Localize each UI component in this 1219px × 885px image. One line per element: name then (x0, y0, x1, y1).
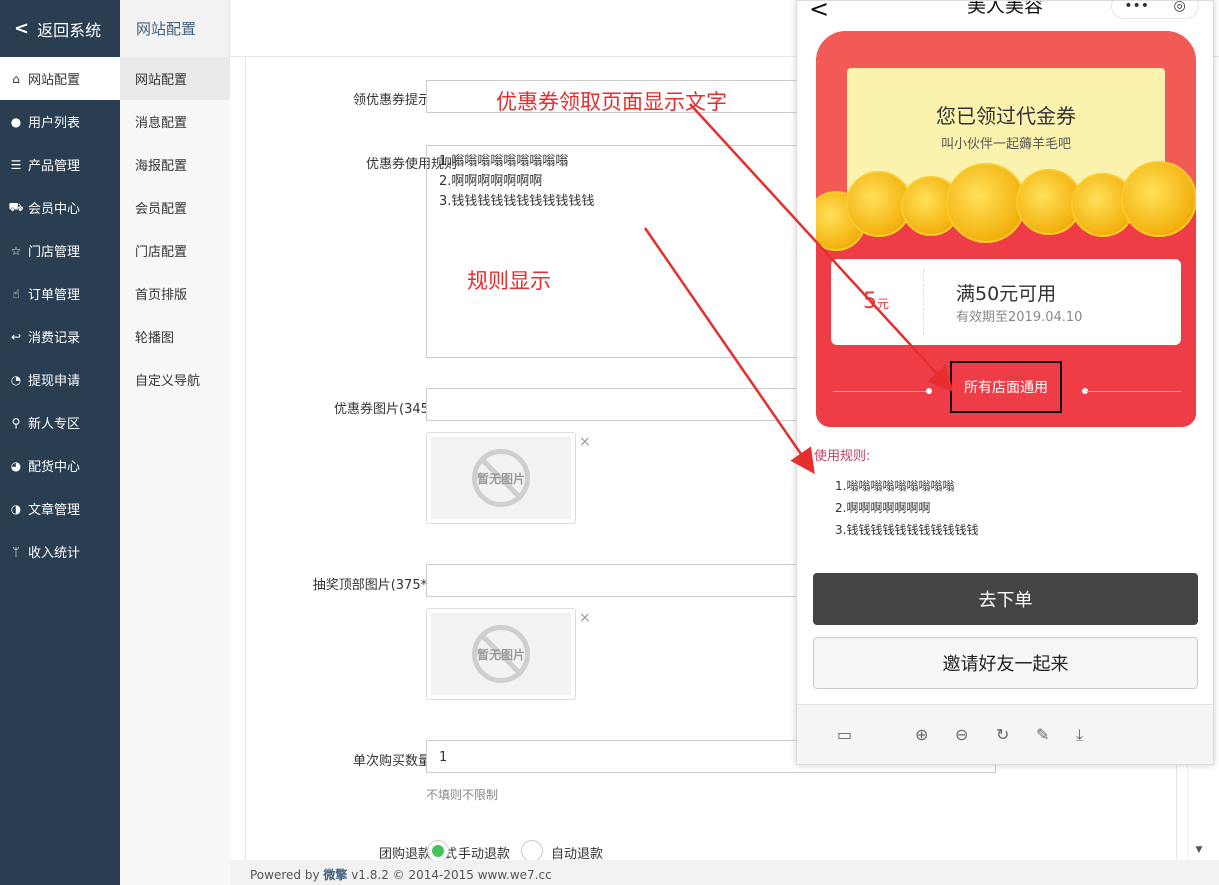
arrow-tip-to-store-label (689, 103, 954, 392)
arrow-rules-to-preview (643, 227, 815, 475)
annotation-arrows (643, 103, 954, 475)
